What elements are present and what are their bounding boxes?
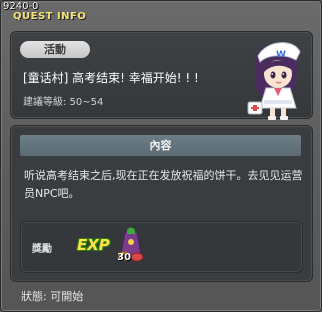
content-header: 內容 xyxy=(20,135,301,156)
quest-category-badge: 活動 xyxy=(20,41,90,58)
npc-nurse-portrait-icon: W xyxy=(247,42,301,120)
recommended-level: 建議等級: 50~54 xyxy=(23,97,104,108)
quest-summary-card: 活動 [童话村] 高考结束! 幸福开始! ! ! 建議等級: 50~54 W xyxy=(10,31,313,120)
reward-label: 獎勵 xyxy=(32,244,52,255)
quest-content-panel: 內容 听说高考结束之后,现在正在发放祝福的饼干。去见见运营员NPC吧。 獎勵 E… xyxy=(10,125,313,282)
window-title: QUEST INFO xyxy=(13,11,87,22)
quest-info-window: 9240-0 QUEST INFO 活動 [童话村] 高考结束! 幸福开始! !… xyxy=(0,0,322,312)
quest-status: 狀態: 可開始 xyxy=(21,290,84,303)
exp-icon: EXP xyxy=(77,236,110,254)
svg-text:W: W xyxy=(276,50,286,60)
reward-box: 獎勵 EXP 30 xyxy=(20,221,303,273)
quest-title: [童话村] 高考结束! 幸福开始! ! ! xyxy=(23,71,199,85)
item-quantity: 30 xyxy=(117,252,131,263)
quest-description: 听说高考结束之后,现在正在发放祝福的饼干。去见见运营员NPC吧。 xyxy=(24,169,303,200)
